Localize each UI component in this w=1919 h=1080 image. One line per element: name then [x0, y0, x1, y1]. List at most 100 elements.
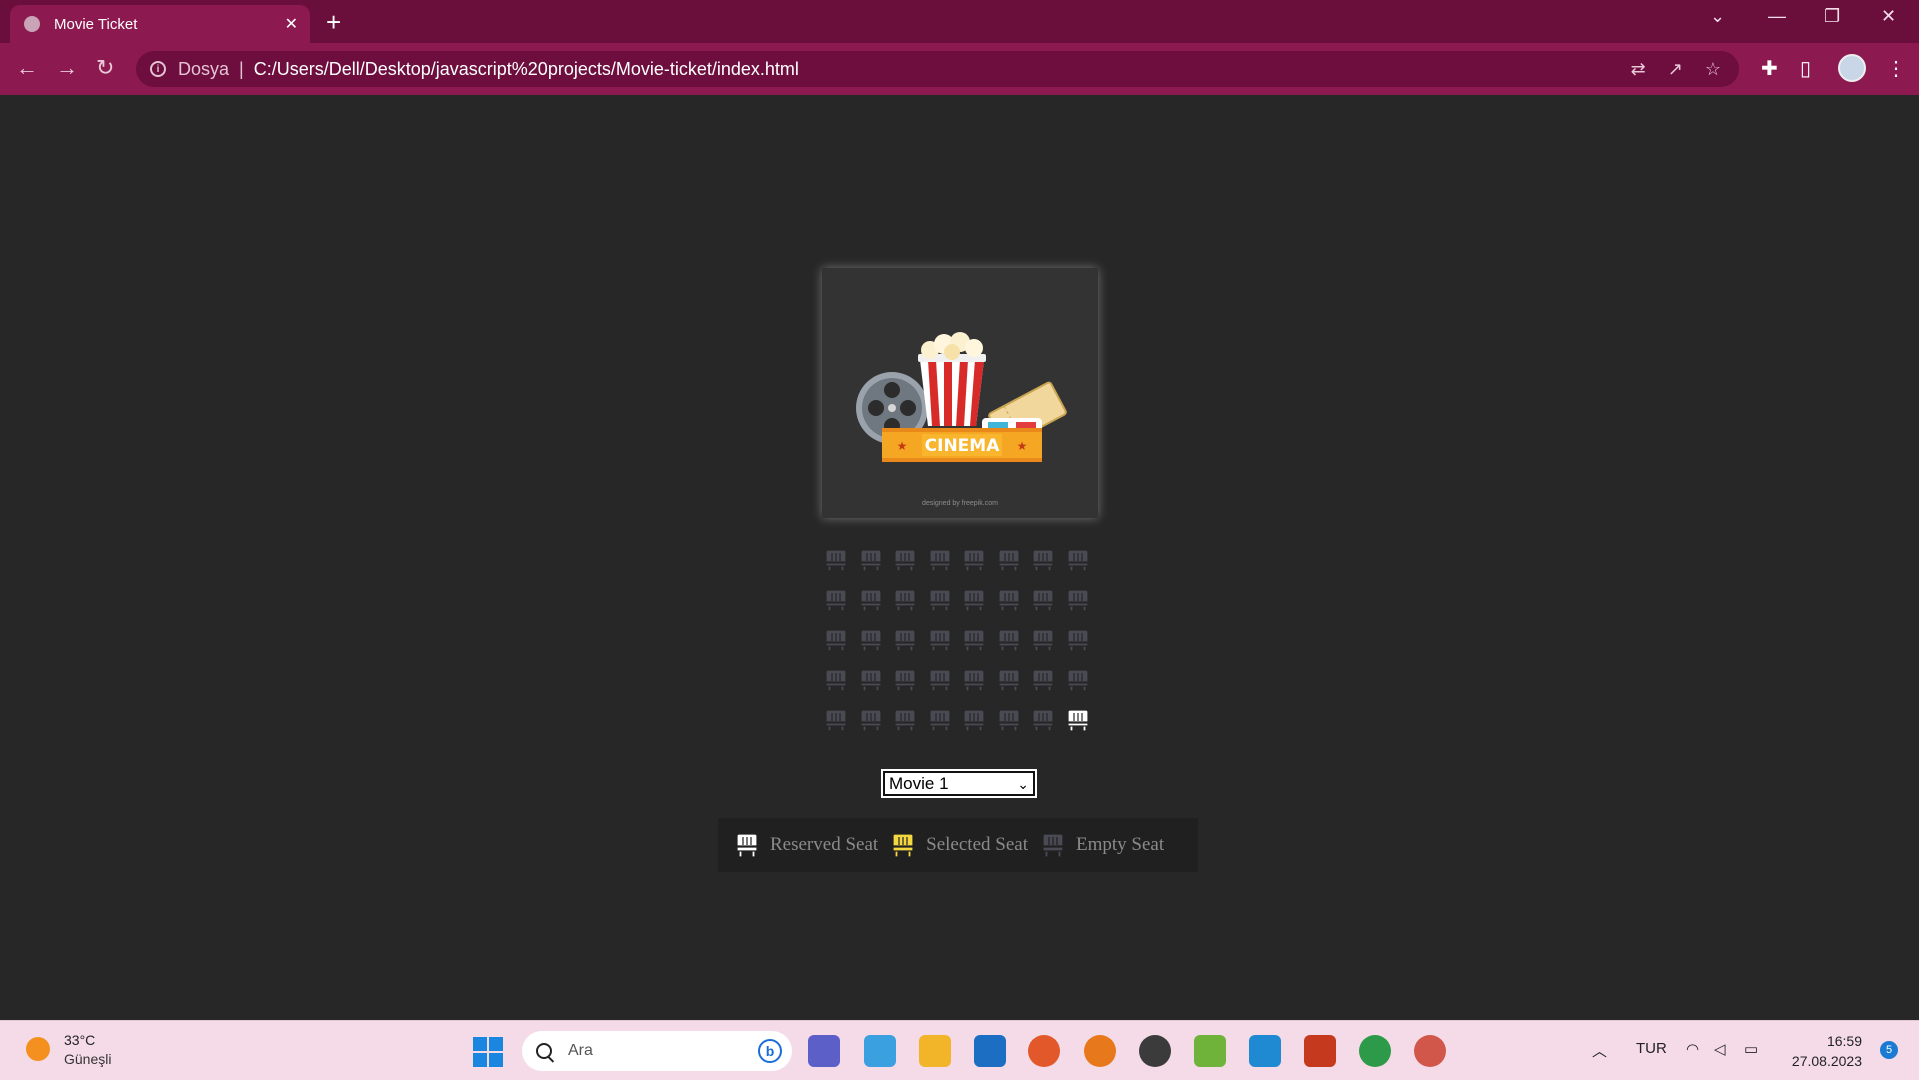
seat-empty[interactable] — [825, 588, 847, 612]
sun-icon[interactable] — [26, 1037, 50, 1061]
chrome-profile-icon[interactable] — [1414, 1035, 1446, 1067]
seat-empty[interactable] — [928, 628, 951, 652]
seat-icon — [825, 589, 847, 612]
close-tab-icon[interactable]: ✕ — [285, 14, 298, 34]
seat-empty[interactable] — [997, 708, 1020, 732]
seat-empty[interactable] — [963, 548, 985, 572]
seat-empty[interactable] — [894, 628, 916, 652]
seat-empty[interactable] — [997, 628, 1020, 652]
tab-search-icon[interactable]: ⌄ — [1710, 6, 1725, 27]
seat-icon — [894, 629, 916, 652]
seat-empty[interactable] — [928, 548, 951, 572]
seat-icon — [1066, 589, 1089, 612]
seat-empty[interactable] — [894, 708, 916, 732]
seat-empty[interactable] — [928, 588, 951, 612]
restore-icon[interactable]: ❐ — [1824, 6, 1840, 27]
seat-empty[interactable] — [825, 628, 847, 652]
wifi-icon[interactable]: ◠ — [1686, 1040, 1699, 1058]
file-explorer-icon[interactable] — [919, 1035, 951, 1067]
language-indicator[interactable]: TUR — [1636, 1040, 1667, 1057]
share-icon[interactable]: ↗ — [1668, 59, 1683, 80]
seat-empty[interactable] — [825, 668, 847, 692]
address-bar[interactable]: i Dosya | C:/Users/Dell/Desktop/javascri… — [136, 51, 1739, 87]
seat-empty[interactable] — [859, 708, 882, 732]
windows-start-icon[interactable] — [473, 1037, 503, 1067]
side-panel-icon[interactable]: ▯ — [1800, 56, 1811, 81]
seat-empty[interactable] — [1066, 668, 1089, 692]
clock[interactable]: 16:59 27.08.2023 — [1792, 1031, 1862, 1071]
seat-empty[interactable] — [1032, 548, 1054, 572]
omnibox-actions: ⇄ ↗ ☆ — [1631, 59, 1721, 80]
weather-temperature[interactable]: 33°C — [64, 1032, 95, 1048]
chevron-up-icon[interactable]: ︿ — [1592, 1040, 1607, 1061]
seat-empty[interactable] — [825, 548, 847, 572]
seat-empty[interactable] — [894, 588, 916, 612]
mail-icon[interactable] — [974, 1035, 1006, 1067]
new-tab-icon[interactable]: + — [326, 7, 341, 38]
seat-empty[interactable] — [859, 668, 882, 692]
volume-icon[interactable]: ◁ — [1714, 1040, 1726, 1058]
profile-avatar[interactable] — [1838, 54, 1866, 82]
svg-text:★: ★ — [1017, 439, 1028, 453]
vscode-icon[interactable] — [1249, 1035, 1281, 1067]
photos-icon[interactable] — [1194, 1035, 1226, 1067]
bing-icon[interactable]: b — [758, 1039, 782, 1063]
seat-empty[interactable] — [1066, 548, 1089, 572]
app-circle-icon[interactable] — [1139, 1035, 1171, 1067]
chrome-icon[interactable] — [1359, 1035, 1391, 1067]
seat-empty[interactable] — [859, 548, 882, 572]
translate-icon[interactable]: ⇄ — [1631, 59, 1646, 80]
battery-icon[interactable]: ▭ — [1744, 1040, 1758, 1058]
seat-empty[interactable] — [859, 588, 882, 612]
seat-empty[interactable] — [1066, 588, 1089, 612]
seat-icon — [825, 669, 847, 692]
svg-text:★: ★ — [897, 439, 908, 453]
seat-empty[interactable] — [997, 668, 1020, 692]
seat-icon — [825, 629, 847, 652]
taskbar-search[interactable]: Ara b — [522, 1031, 792, 1071]
seat-empty[interactable] — [963, 708, 985, 732]
tab-movie-ticket[interactable]: Movie Ticket ✕ — [10, 5, 310, 43]
recorder-icon[interactable] — [1304, 1035, 1336, 1067]
seat-empty[interactable] — [825, 708, 847, 732]
forward-icon[interactable]: → — [56, 55, 78, 81]
seat-empty[interactable] — [1032, 628, 1054, 652]
seat-empty[interactable] — [963, 588, 985, 612]
menu-icon[interactable]: ⋮ — [1886, 56, 1906, 81]
store-icon[interactable] — [864, 1035, 896, 1067]
seat-icon — [997, 709, 1020, 732]
extensions-icon[interactable]: ✚ — [1761, 56, 1778, 81]
seat-empty[interactable] — [1032, 588, 1054, 612]
firefox-icon[interactable] — [1028, 1035, 1060, 1067]
reload-icon[interactable]: ↻ — [96, 55, 114, 81]
seat-icon — [928, 709, 951, 732]
seat-empty[interactable] — [1032, 708, 1054, 732]
back-icon[interactable]: ← — [16, 55, 38, 81]
address-separator: | — [239, 58, 244, 79]
seat-empty[interactable] — [928, 668, 951, 692]
browser-toolbar: ← → ↻ i Dosya | C:/Users/Dell/Desktop/ja… — [0, 43, 1919, 95]
seat-icon — [894, 589, 916, 612]
tab-title: Movie Ticket — [54, 15, 138, 33]
info-icon[interactable]: i — [150, 61, 166, 77]
seat-empty[interactable] — [859, 628, 882, 652]
seat-empty[interactable] — [928, 708, 951, 732]
seat-empty[interactable] — [1032, 668, 1054, 692]
search-tool-icon[interactable] — [1084, 1035, 1116, 1067]
notification-badge[interactable]: 5 — [1880, 1041, 1898, 1059]
seat-empty[interactable] — [997, 548, 1020, 572]
minimize-icon[interactable]: — — [1768, 6, 1786, 27]
browser-tab-bar: Movie Ticket ✕ + ⌄ — ❐ ✕ — [0, 0, 1919, 43]
seat-empty[interactable] — [963, 628, 985, 652]
close-window-icon[interactable]: ✕ — [1881, 6, 1896, 27]
seat-empty[interactable] — [963, 668, 985, 692]
seat-empty[interactable] — [1066, 628, 1089, 652]
weather-description[interactable]: Güneşli — [64, 1051, 111, 1067]
seat-icon — [963, 709, 985, 732]
teams-icon[interactable] — [808, 1035, 840, 1067]
movie-select[interactable]: Movie 1 ⌄ — [881, 769, 1037, 798]
seat-empty[interactable] — [997, 588, 1020, 612]
seat-empty[interactable] — [894, 548, 916, 572]
bookmark-star-icon[interactable]: ☆ — [1705, 59, 1721, 80]
seat-empty[interactable] — [894, 668, 916, 692]
